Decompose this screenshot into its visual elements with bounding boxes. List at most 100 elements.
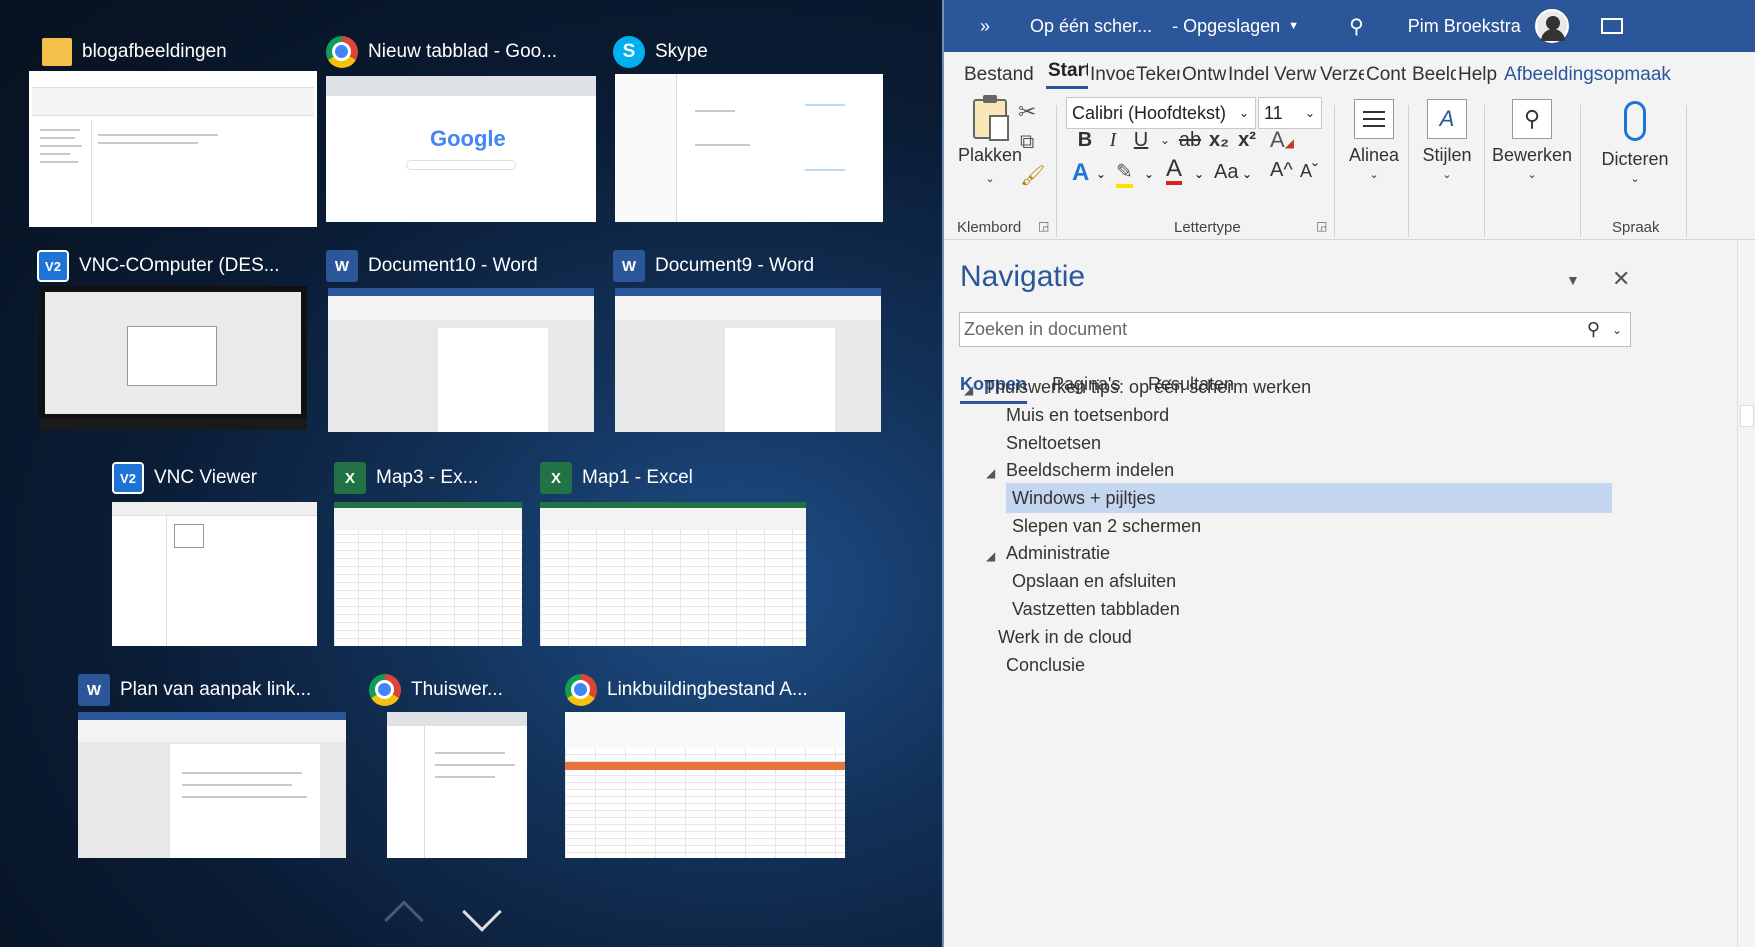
window-preview: [328, 288, 594, 432]
alinea-button[interactable]: Alinea ⌄: [1344, 99, 1404, 181]
search-icon[interactable]: ⚲: [1349, 14, 1364, 39]
tab-controleren[interactable]: Cont: [1364, 64, 1410, 86]
tab-start[interactable]: Start: [1046, 60, 1088, 89]
window-thumb-skype[interactable]: S Skype: [613, 26, 883, 226]
chevron-down-icon: ⌄: [1238, 106, 1249, 120]
window-thumb-chrome-newtab[interactable]: Nieuw tabblad - Goo... Google: [326, 26, 596, 226]
paste-label: Plakken: [958, 145, 1023, 165]
tab-beeld[interactable]: Beeld: [1410, 64, 1456, 86]
window-thumb-plan-van-aanpak[interactable]: W Plan van aanpak link...: [78, 664, 348, 860]
tab-indeling[interactable]: Indel: [1226, 64, 1272, 86]
collapse-icon[interactable]: ◢: [964, 383, 973, 397]
tab-verwijzingen[interactable]: Verw: [1272, 64, 1318, 86]
bewerken-label: Bewerken: [1491, 145, 1573, 165]
window-thumb-explorer[interactable]: blogafbeeldingen: [29, 26, 317, 227]
window-thumb-vnc-viewer[interactable]: V2 VNC Viewer: [112, 452, 317, 648]
shrink-font-button[interactable]: Aˇ: [1300, 161, 1318, 182]
dicteren-button[interactable]: Dicteren ⌄: [1590, 99, 1680, 185]
tab-afbeeldingsopmaak[interactable]: Afbeeldingsopmaak: [1502, 64, 1672, 86]
chevron-down-icon[interactable]: ⌄: [1194, 167, 1204, 181]
save-status[interactable]: - Opgeslagen: [1172, 16, 1280, 37]
font-name-select[interactable]: Calibri (Hoofdtekst) ⌄: [1066, 97, 1256, 129]
tab-invoegen[interactable]: Invoe: [1088, 64, 1134, 86]
close-icon[interactable]: ✕: [1612, 266, 1630, 292]
word-window: » Op één scher... - Opgeslagen ▼ ⚲ Pim B…: [942, 0, 1755, 947]
heading-item[interactable]: Werk in de cloud: [998, 622, 1132, 652]
bold-button[interactable]: B: [1072, 129, 1098, 152]
collapse-icon[interactable]: ◢: [986, 466, 995, 480]
heading-item[interactable]: Muis en toetsenbord: [1006, 400, 1169, 430]
heading-item[interactable]: Slepen van 2 schermen: [1012, 511, 1201, 541]
heading-item[interactable]: Conclusie: [1006, 650, 1085, 680]
chevron-down-icon[interactable]: ⌄: [1096, 167, 1106, 181]
window-thumb-linkbuildingbestand[interactable]: Linkbuildingbestand A...: [565, 664, 845, 860]
group-lettertype: Lettertype: [1174, 219, 1241, 236]
window-thumb-map1[interactable]: X Map1 - Excel: [540, 452, 810, 648]
document-title[interactable]: Op één scher...: [1030, 16, 1152, 37]
window-thumb-vnc-computer[interactable]: V2 VNC-COmputer (DES...: [37, 240, 307, 436]
tab-verzendlijsten[interactable]: Verze: [1318, 64, 1364, 86]
dialog-launcher-icon[interactable]: ◲: [1038, 219, 1049, 233]
tab-tekenen[interactable]: Teken: [1134, 64, 1180, 86]
highlight-icon[interactable]: ✎: [1116, 159, 1133, 188]
copy-icon[interactable]: ⧉: [1020, 131, 1034, 154]
heading-item[interactable]: Opslaan en afsluiten: [1012, 566, 1176, 596]
heading-item[interactable]: Vastzetten tabbladen: [1012, 594, 1180, 624]
bewerken-button[interactable]: ⚲ Bewerken ⌄: [1492, 99, 1572, 181]
chevron-down-icon: ⌄: [1369, 169, 1379, 181]
window-thumb-thuiswerken[interactable]: Thuiswer...: [369, 664, 529, 860]
cut-icon[interactable]: ✂: [1018, 99, 1036, 125]
window-thumb-map3[interactable]: X Map3 - Ex...: [334, 452, 524, 648]
heading-item[interactable]: Sneltoetsen: [1006, 428, 1101, 458]
window-thumb-document9[interactable]: W Document9 - Word: [613, 240, 883, 436]
chevron-down-icon[interactable]: ▼: [1288, 20, 1299, 32]
stijlen-button[interactable]: A Stijlen ⌄: [1416, 99, 1478, 181]
format-painter-icon[interactable]: 🖌: [1020, 163, 1045, 188]
scrollbar-thumb[interactable]: [1740, 405, 1754, 427]
subscript-button[interactable]: x₂: [1206, 129, 1232, 152]
avatar[interactable]: [1534, 9, 1569, 43]
window-preview: Google: [326, 76, 596, 222]
pane-options-icon[interactable]: ▼: [1566, 272, 1580, 288]
chevron-down-icon[interactable]: ⌄: [1144, 167, 1154, 181]
text-effects-icon[interactable]: A: [1072, 159, 1089, 187]
superscript-button[interactable]: x²: [1234, 129, 1260, 152]
scroll-up-icon[interactable]: [384, 900, 424, 940]
heading-item-selected[interactable]: Windows + pijltjes: [1006, 483, 1612, 513]
user-name[interactable]: Pim Broekstra: [1408, 16, 1521, 37]
grow-font-button[interactable]: A^: [1270, 159, 1293, 182]
search-input[interactable]: Zoeken in document ⚲ ⌄: [959, 312, 1631, 347]
vertical-scrollbar[interactable]: [1737, 240, 1755, 947]
heading-item[interactable]: Beeldscherm indelen: [1006, 455, 1174, 485]
tab-ontwerpen[interactable]: Ontw: [1180, 64, 1226, 86]
chevron-down-icon[interactable]: ⌄: [1612, 323, 1622, 337]
dialog-launcher-icon[interactable]: ◲: [1316, 219, 1327, 233]
clear-formatting-icon[interactable]: A◢: [1270, 127, 1294, 153]
tab-bestand[interactable]: Bestand: [962, 64, 1042, 86]
window-preview: [78, 712, 346, 858]
tab-help[interactable]: Help: [1456, 64, 1502, 86]
expand-button[interactable]: »: [980, 16, 990, 37]
chevron-down-icon: ⌄: [1442, 169, 1452, 181]
underline-button[interactable]: U: [1128, 129, 1154, 152]
paste-button[interactable]: Plakken ⌄: [958, 95, 1023, 185]
font-size-select[interactable]: 11 ⌄: [1258, 97, 1322, 129]
italic-button[interactable]: I: [1100, 129, 1126, 152]
window-title: Map1 - Excel: [582, 467, 693, 488]
search-icon[interactable]: ⚲: [1587, 319, 1600, 340]
heading-item[interactable]: Administratie: [1006, 538, 1110, 568]
paragraph-icon: [1354, 99, 1394, 139]
window-thumb-document10[interactable]: W Document10 - Word: [326, 240, 596, 436]
scroll-down-icon[interactable]: [462, 892, 502, 932]
change-case-button[interactable]: Aa: [1214, 161, 1238, 184]
chevron-down-icon[interactable]: ⌄: [1242, 167, 1252, 181]
task-switcher: blogafbeeldingen Nieuw tabblad - Goo... …: [0, 0, 942, 947]
ribbon-display-icon[interactable]: [1600, 18, 1623, 34]
font-color-button[interactable]: A: [1166, 157, 1183, 185]
folder-icon: [42, 38, 72, 66]
collapse-icon[interactable]: ◢: [986, 549, 995, 563]
strikethrough-button[interactable]: ab: [1174, 129, 1206, 152]
search-placeholder: Zoeken in document: [964, 319, 1128, 339]
chrome-icon: [326, 36, 358, 68]
heading-item[interactable]: Thuiswerken tips: op één scherm werken: [984, 372, 1311, 402]
